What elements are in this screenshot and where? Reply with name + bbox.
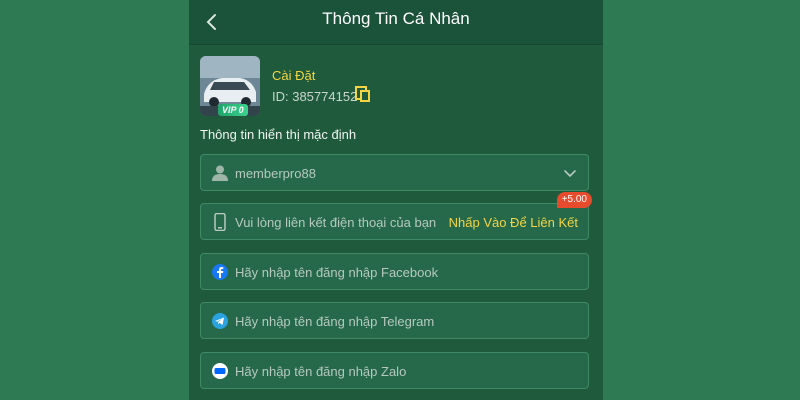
phone-placeholder: Vui lòng liên kết điện thoại của bạn: [235, 215, 437, 230]
profile-panel: Thông Tin Cá Nhân VIP 0 Cài Đặt ID: 3857…: [189, 0, 603, 400]
section-label: Thông tin hiển thị mặc định: [200, 127, 357, 142]
vip-badge: VIP 0: [218, 104, 248, 116]
username-select[interactable]: memberpro88: [200, 154, 589, 191]
copy-icon[interactable]: [355, 86, 371, 103]
bonus-badge: +5.00: [556, 192, 592, 208]
username-value: memberpro88: [235, 166, 316, 181]
chevron-down-icon[interactable]: [562, 165, 578, 181]
phone-icon: [211, 212, 229, 232]
facebook-placeholder: Hãy nhập tên đăng nhập Facebook: [235, 265, 439, 280]
link-phone-button[interactable]: Nhấp Vào Để Liên Kết: [449, 215, 578, 230]
profile-name: Cài Đặt: [272, 68, 316, 83]
telegram-field[interactable]: Hãy nhập tên đăng nhập Telegram: [200, 302, 589, 339]
header-bar: Thông Tin Cá Nhân: [189, 0, 603, 45]
facebook-field[interactable]: Hãy nhập tên đăng nhập Facebook: [200, 253, 589, 290]
zalo-placeholder: Hãy nhập tên đăng nhập Zalo: [235, 364, 407, 379]
zalo-icon: [211, 362, 229, 380]
page-title: Thông Tin Cá Nhân: [322, 9, 470, 28]
phone-field[interactable]: Vui lòng liên kết điện thoại của bạn Nhấ…: [200, 192, 592, 240]
user-icon: [211, 164, 229, 182]
zalo-field[interactable]: Hãy nhập tên đăng nhập Zalo: [200, 352, 589, 389]
profile-id: ID: 385774152: [272, 89, 358, 104]
telegram-placeholder: Hãy nhập tên đăng nhập Telegram: [235, 314, 435, 329]
facebook-icon: [211, 263, 229, 281]
telegram-icon: [211, 312, 229, 330]
